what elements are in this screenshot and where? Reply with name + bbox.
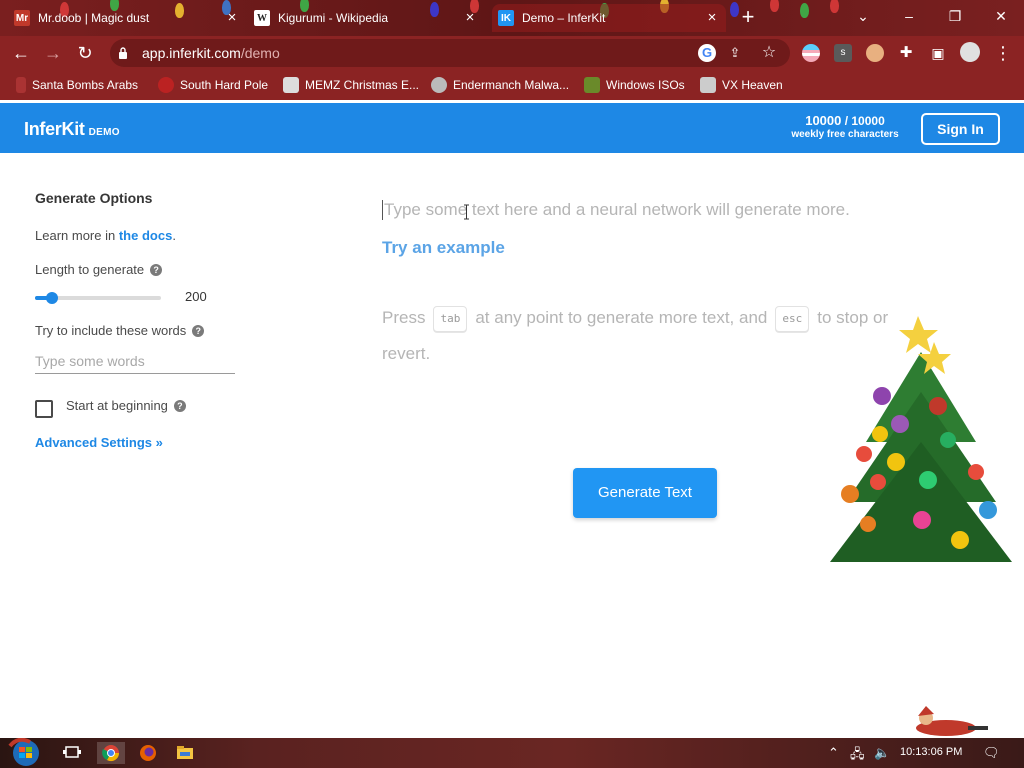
try-example-link[interactable]: Try an example [382,238,505,258]
windows-isos-icon [584,77,600,93]
memz-icon [283,77,299,93]
extension-avatar-icon[interactable] [866,44,884,62]
browser-tab-strip: Mr Mr.doob | Magic dust × W Kigurumi - W… [0,0,1024,36]
generate-options-panel: Generate Options Learn more in the docs.… [35,190,245,450]
tab-key: tab [433,305,468,332]
address-bar[interactable]: app.inferkit.com/demo G ⇪ ☆ [110,39,790,67]
tab-title: Demo – InferKit [522,11,606,25]
firefox-taskbar-icon[interactable] [134,742,162,764]
chrome-menu-icon[interactable]: ⋮ [990,40,1016,66]
chrome-taskbar-icon[interactable] [97,742,125,764]
flower-icon [158,77,174,93]
start-button-icon[interactable] [6,738,42,768]
santa-figure-icon [916,706,988,736]
close-tab-icon[interactable]: × [224,10,240,26]
text-cursor-icon [464,204,469,220]
bookmark-item[interactable]: South Hard Pole [158,76,268,94]
minimize-icon[interactable]: – [886,0,932,32]
reload-icon[interactable]: ↻ [72,40,98,66]
close-window-icon[interactable]: ✕ [978,0,1024,32]
show-hidden-icons-icon[interactable]: ⌃ [828,745,839,761]
advanced-settings-link[interactable]: Advanced Settings » [35,435,163,450]
generate-text-button[interactable]: Generate Text [573,468,717,518]
bookmark-item[interactable]: VX Heaven [700,76,783,94]
length-label: Length to generate? [35,262,163,277]
volume-icon[interactable]: 🔈 [874,745,890,761]
bookmark-item[interactable]: Endermanch Malwa... [431,76,569,94]
lock-icon [119,47,127,59]
bookmark-item[interactable]: Santa Bombs Arabs [16,76,138,94]
length-slider[interactable] [35,292,161,304]
file-explorer-taskbar-icon[interactable] [171,742,199,764]
side-panel-icon[interactable]: ▣ [925,40,951,66]
esc-key: esc [775,305,810,332]
include-words-label: Try to include these words? [35,323,205,338]
enderman-icon [431,77,447,93]
action-center-icon[interactable]: 🗨 [983,745,1000,761]
tab-wikipedia[interactable]: W Kigurumi - Wikipedia × [254,4,484,32]
christmas-tree-icon [830,316,1012,562]
bookmarks-bar: Santa Bombs Arabs South Hard Pole MEMZ C… [0,70,1024,100]
help-icon[interactable]: ? [150,264,163,276]
extension-flag-icon[interactable] [802,44,820,62]
google-lens-icon[interactable]: G [698,44,716,62]
url-text[interactable]: app.inferkit.com/demo [142,45,280,61]
profile-avatar-icon[interactable] [960,42,980,62]
tab-title: Mr.doob | Magic dust [38,11,150,25]
extensions-puzzle-icon[interactable]: ✚ [893,40,919,66]
close-tab-icon[interactable]: × [462,10,478,26]
taskbar-clock[interactable]: 10:13:06 PM [900,746,962,758]
quota-used: 10000 [805,113,842,128]
quota-caption: weekly free characters [791,129,899,140]
vx-heaven-icon [700,77,716,93]
sign-in-button[interactable]: Sign In [921,113,1000,145]
forward-icon[interactable]: → [40,40,66,66]
inferkit-favicon-icon: IK [498,10,514,26]
start-at-beginning-label: Start at beginning? [66,398,186,413]
mrdoob-favicon-icon: Mr [14,10,30,26]
tab-mrdoob[interactable]: Mr Mr.doob | Magic dust × [14,4,246,32]
slider-handle[interactable] [46,292,59,304]
wikipedia-favicon-icon: W [254,10,270,26]
bookmark-item[interactable]: MEMZ Christmas E... [283,76,419,94]
tab-title: Kigurumi - Wikipedia [278,11,389,25]
character-quota: 10000 / 10000 weekly free characters [790,113,900,140]
length-value: 200 [185,289,207,304]
quota-total: / 10000 [844,114,885,128]
close-tab-icon[interactable]: × [704,10,720,26]
options-title: Generate Options [35,190,153,206]
docs-link[interactable]: the docs [119,228,172,243]
back-icon[interactable]: ← [8,40,34,66]
inferkit-header: InferKit DEMO 10000 / 10000 weekly free c… [0,103,1024,153]
new-tab-icon[interactable]: + [736,5,760,29]
restore-icon[interactable]: ❐ [932,0,978,32]
start-at-beginning-checkbox[interactable] [35,400,53,418]
extension-s-icon[interactable]: s [834,44,852,62]
inferkit-logo[interactable]: InferKit DEMO [24,119,120,140]
share-icon[interactable]: ⇪ [726,44,744,62]
learn-more-text: Learn more in the docs. [35,228,176,243]
bomb-icon [16,77,26,93]
windows-taskbar: ⌃ 🖧 🔈 10:13:06 PM 🗨 [0,738,1024,768]
bookmark-item[interactable]: Windows ISOs [584,76,685,94]
tab-inferkit-demo[interactable]: IK Demo – InferKit × [492,4,726,32]
browser-toolbar: ← → ↻ app.inferkit.com/demo G ⇪ ☆ s ✚ ▣ … [0,36,1024,70]
help-icon[interactable]: ? [173,400,186,412]
task-view-icon[interactable] [58,742,86,764]
help-icon[interactable]: ? [192,325,205,337]
tab-search-chevron-icon[interactable]: ⌄ [840,0,886,32]
bookmark-star-icon[interactable]: ☆ [760,44,778,62]
network-icon[interactable]: 🖧 [850,745,865,767]
include-words-input[interactable] [35,348,235,374]
